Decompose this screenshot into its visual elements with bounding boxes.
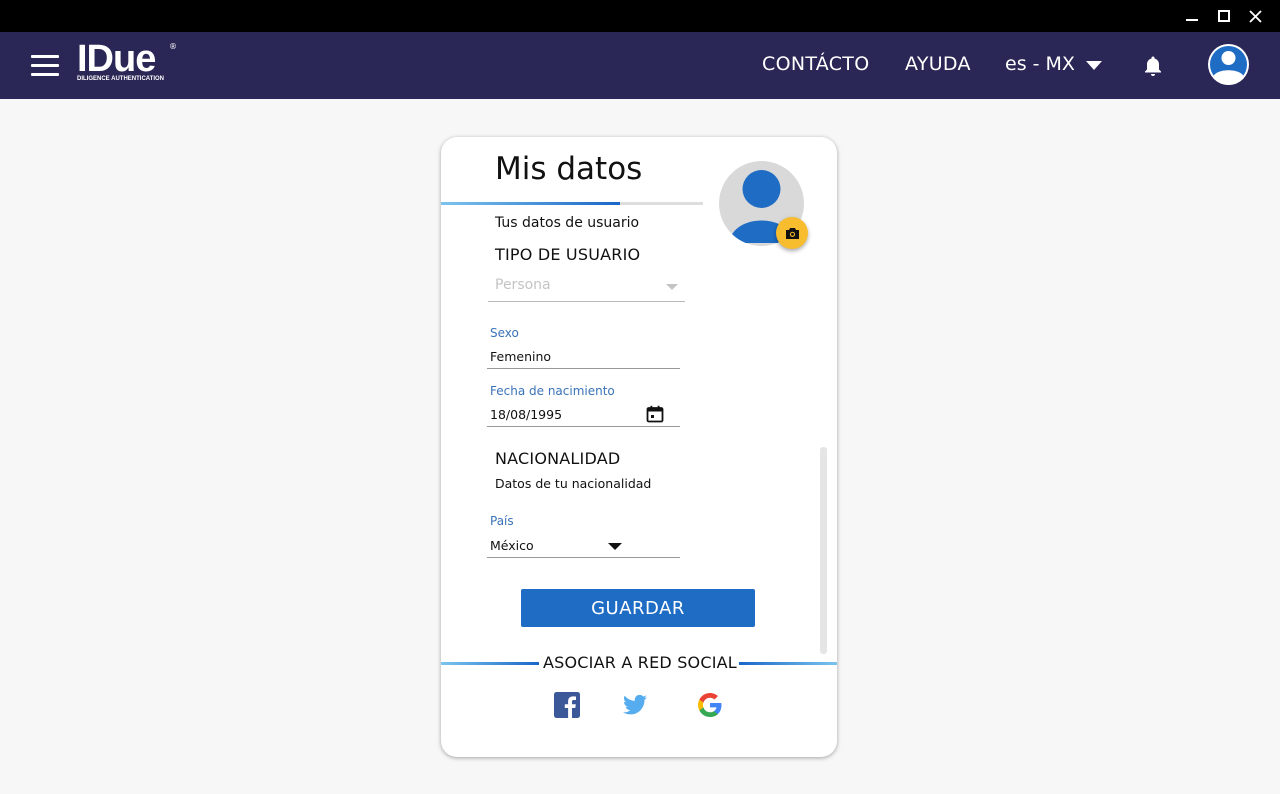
menu-icon-bar [31,73,59,76]
user-type-select[interactable]: Persona [488,275,685,302]
minimize-icon [1185,19,1198,21]
title-underline-accent [441,202,620,205]
calendar-icon[interactable] [646,405,664,423]
nationality-subtitle: Datos de tu nacionalidad [495,476,652,491]
brand-name: IDue [77,38,156,80]
user-avatar-icon[interactable] [1208,44,1249,85]
nav-contact-link[interactable]: CONTÁCTO [762,53,869,75]
field-underline [487,426,680,427]
birthdate-field[interactable]: Fecha de nacimiento 18/08/1995 [487,383,680,428]
country-value: México [490,538,534,553]
menu-button[interactable] [31,55,59,77]
profile-card: Mis datos Tus datos de usuario TIPO DE U… [441,137,837,757]
brand-logo[interactable]: IDue ® DILIGENCE AUTHENTICATION [77,38,177,82]
scrollbar[interactable] [820,447,827,654]
menu-icon [31,55,59,58]
brand-tagline: DILIGENCE AUTHENTICATION [77,76,164,82]
maximize-icon [1217,10,1230,22]
nationality-heading: NACIONALIDAD [495,449,621,468]
change-photo-button[interactable] [776,217,808,249]
language-value: es - MX [1005,53,1075,75]
window-titlebar [0,0,1280,32]
field-underline [487,557,680,558]
facebook-icon[interactable] [554,692,580,718]
country-label: País [490,514,514,528]
registered-mark: ® [169,42,177,51]
save-button[interactable]: GUARDAR [521,589,755,627]
app-header: IDue ® DILIGENCE AUTHENTICATION CONTÁCTO… [0,32,1280,99]
language-selector[interactable]: es - MX [1005,53,1102,75]
avatar-graphic [1210,46,1247,85]
chevron-down-icon [666,284,678,290]
chevron-down-icon [1085,60,1102,70]
sexo-value: Femenino [490,349,552,364]
sexo-field[interactable]: Sexo Femenino [487,325,680,370]
twitter-icon[interactable] [622,692,648,718]
maximize-button[interactable] [1207,0,1240,32]
birthdate-value: 18/08/1995 [490,407,563,422]
page-title: Mis datos [495,151,643,187]
country-select[interactable]: País México [487,513,680,558]
title-underline [441,202,703,205]
chevron-down-icon [608,543,622,550]
social-heading: ASOCIAR A RED SOCIAL [543,653,737,672]
field-underline [487,368,680,369]
close-button[interactable] [1239,0,1272,32]
close-icon [1249,9,1262,23]
birthdate-label: Fecha de nacimiento [490,384,615,398]
divider-left [441,662,539,665]
camera-icon [785,227,799,239]
nav-help-link[interactable]: AYUDA [905,53,971,75]
sexo-label: Sexo [490,326,519,340]
user-type-value: Persona [495,277,551,293]
user-type-heading: TIPO DE USUARIO [495,245,641,264]
google-icon[interactable] [697,692,723,718]
menu-icon-bar [31,64,59,67]
card-subtitle: Tus datos de usuario [495,215,640,231]
bell-icon[interactable] [1143,55,1163,77]
divider-right [739,662,837,665]
minimize-button[interactable] [1175,0,1208,32]
